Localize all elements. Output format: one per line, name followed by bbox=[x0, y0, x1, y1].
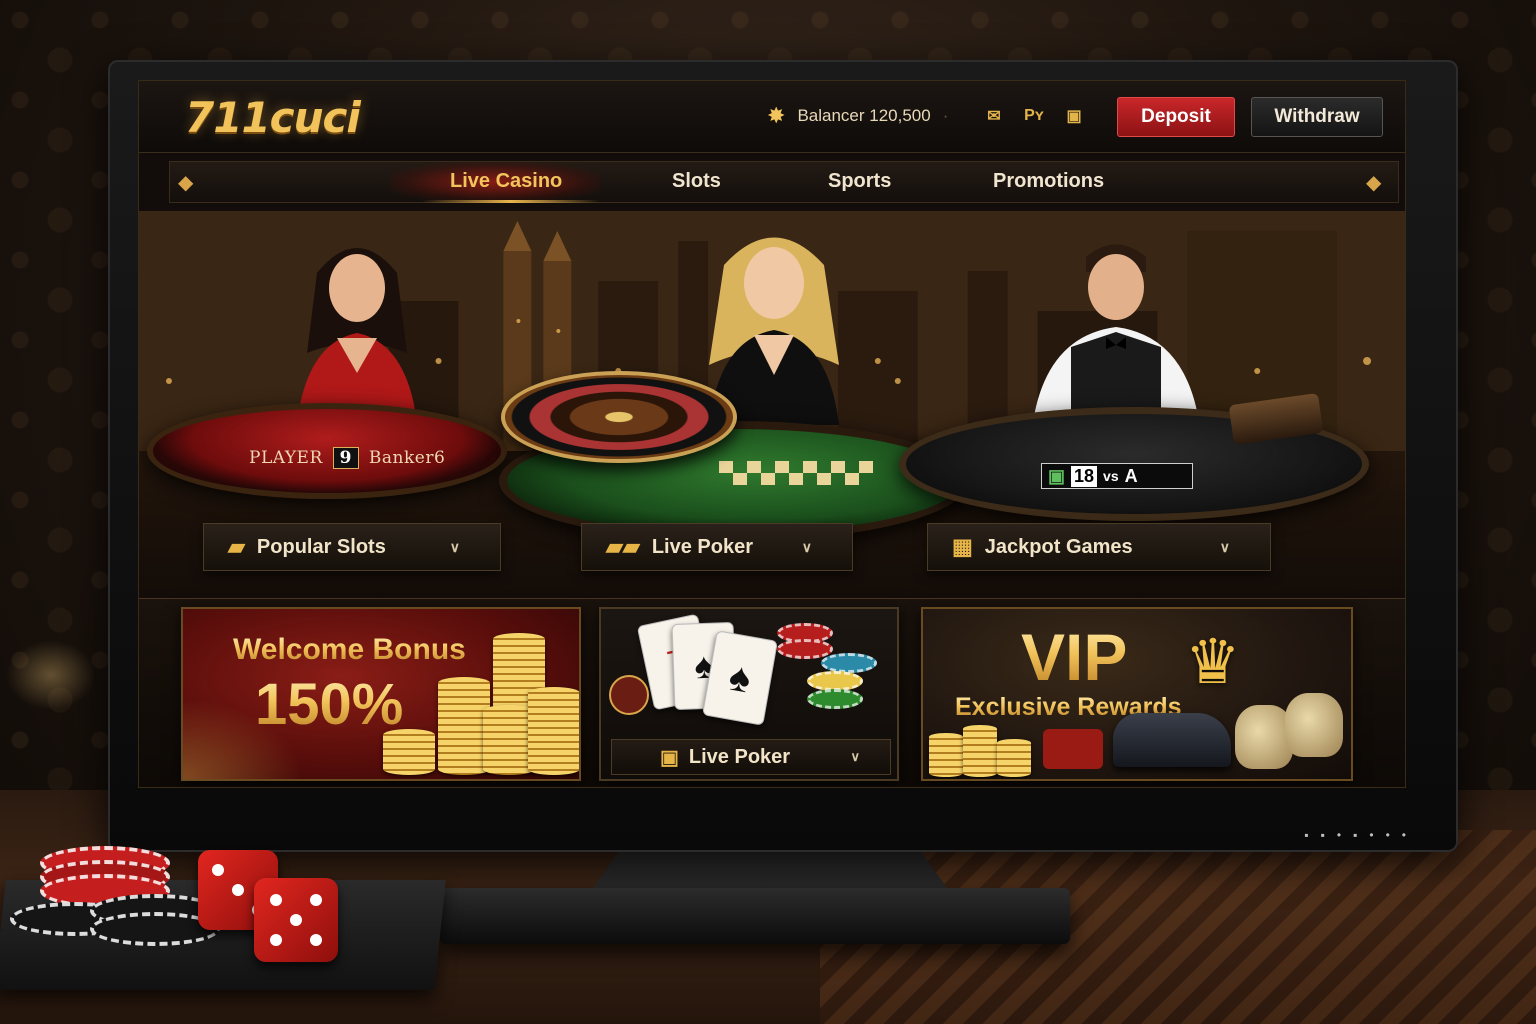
top-bar: 711cuci ✸ Balancer 120,500 · ✉ Pʏ ▣ Depo… bbox=[139, 81, 1405, 153]
gift-box bbox=[1043, 729, 1103, 769]
baccarat-scoreboard: PLAYER 9 Banker6 bbox=[249, 447, 445, 469]
coin-stack bbox=[528, 687, 579, 775]
baccarat-score: 9 bbox=[332, 447, 359, 469]
site-logo[interactable]: 711cuci bbox=[185, 93, 361, 142]
tab-sports[interactable]: Sports bbox=[828, 170, 891, 193]
poker-chip bbox=[821, 653, 877, 673]
blackjack-vs: vs bbox=[1103, 468, 1119, 484]
envelope-icon[interactable]: ✉ bbox=[981, 105, 1007, 127]
balance-text: Balancer 120,500 bbox=[797, 106, 931, 125]
blackjack-card: A bbox=[1124, 465, 1138, 486]
sparkle-icon: ✸ bbox=[767, 103, 786, 128]
live-poker-banner[interactable]: 7 ♠ ♠ ▣ Live Poker ∨ bbox=[599, 607, 899, 781]
popular-slots-label: Popular Slots bbox=[256, 535, 386, 558]
popular-slots-dropdown[interactable]: ▰ Popular Slots ∨ bbox=[203, 523, 501, 571]
cards-icon: ▣ bbox=[660, 746, 679, 769]
banker-label: Banker6 bbox=[368, 448, 446, 468]
poker-chip-stacks bbox=[10, 842, 220, 952]
deposit-button[interactable]: Deposit bbox=[1117, 97, 1235, 137]
welcome-bonus-banner[interactable]: Welcome Bonus 150% bbox=[181, 607, 581, 781]
jackpot-games-dropdown[interactable]: ▦ Jackpot Games ∨ bbox=[927, 523, 1271, 571]
chevron-down-icon: ∨ bbox=[850, 749, 860, 764]
dice bbox=[254, 878, 338, 962]
dealer-man-tuxedo bbox=[1031, 244, 1201, 437]
active-tab-underline bbox=[422, 200, 600, 203]
ornament-right-icon: ◆ bbox=[1366, 172, 1382, 194]
car-icon bbox=[1113, 713, 1231, 767]
chevron-down-icon: ∨ bbox=[1219, 538, 1230, 555]
chevron-down-icon: ∨ bbox=[801, 538, 812, 555]
separator: · bbox=[942, 106, 949, 125]
roulette-wheel[interactable] bbox=[501, 371, 737, 463]
live-poker-small-label: Live Poker bbox=[688, 745, 791, 768]
live-poker-dropdown[interactable]: ▰▰ Live Poker ∨ bbox=[581, 523, 853, 571]
dealer-woman-red bbox=[297, 248, 417, 423]
coin-stack bbox=[929, 733, 963, 777]
monitor-stand-neck bbox=[590, 852, 950, 892]
poker-chip bbox=[807, 689, 863, 709]
poker-chip bbox=[777, 639, 833, 659]
roulette-betting-grid bbox=[719, 461, 873, 485]
withdraw-button[interactable]: Withdraw bbox=[1251, 97, 1383, 137]
blackjack-total: 18 bbox=[1071, 465, 1098, 487]
chevron-down-icon: ∨ bbox=[449, 538, 460, 555]
coin-stack bbox=[383, 729, 435, 775]
money-bag-icon bbox=[1285, 693, 1343, 757]
tab-promotions[interactable]: Promotions bbox=[993, 170, 1104, 193]
welcome-bonus-title: Welcome Bonus bbox=[233, 633, 466, 666]
pay-icon[interactable]: Pʏ bbox=[1021, 105, 1047, 127]
main-nav: ◆ Live Casino Slots Sports Promotions ◆ bbox=[169, 161, 1399, 203]
playing-card-spade: ♠ bbox=[702, 630, 778, 726]
poker-chip bbox=[807, 671, 863, 691]
monitor-buttons: ▪▪•▪••• bbox=[1304, 828, 1418, 842]
header-icon-group: ✉ Pʏ ▣ bbox=[981, 105, 1087, 127]
slot-icon: ▰ bbox=[228, 534, 245, 559]
ornament-left-icon: ◆ bbox=[178, 172, 194, 194]
player-label: PLAYER bbox=[249, 448, 323, 468]
jackpot-games-label: Jackpot Games bbox=[984, 535, 1133, 558]
coin-stack bbox=[997, 739, 1031, 777]
casino-website: 711cuci ✸ Balancer 120,500 · ✉ Pʏ ▣ Depo… bbox=[138, 80, 1406, 788]
vip-title: VIP bbox=[1021, 620, 1128, 694]
wall-lamp bbox=[6, 640, 96, 710]
promotions-strip: Welcome Bonus 150% 7 ♠ ♠ ▣ Live Poker ∨ bbox=[139, 599, 1405, 787]
hand-icon: ▣ bbox=[1048, 465, 1066, 486]
live-poker-dropdown-small[interactable]: ▣ Live Poker ∨ bbox=[611, 739, 891, 775]
monitor-stand-base bbox=[440, 888, 1070, 944]
tab-live-casino[interactable]: Live Casino bbox=[450, 170, 562, 193]
gold-flourish bbox=[183, 699, 303, 779]
poker-chip-dark bbox=[609, 675, 649, 715]
blackjack-hand-display: ▣ 18 vs A bbox=[1041, 463, 1193, 489]
card-icon[interactable]: ▣ bbox=[1061, 105, 1087, 127]
crown-icon: ♛ bbox=[1185, 628, 1241, 697]
coin-stack bbox=[963, 725, 997, 777]
vip-rewards-banner[interactable]: VIP Exclusive Rewards ♛ bbox=[921, 607, 1353, 781]
cards-icon: ▰▰ bbox=[606, 534, 640, 559]
tab-slots[interactable]: Slots bbox=[672, 170, 721, 193]
balance-display: ✸ Balancer 120,500 · bbox=[767, 103, 948, 129]
jackpot-icon: ▦ bbox=[952, 534, 973, 559]
live-poker-label: Live Poker bbox=[651, 535, 754, 558]
